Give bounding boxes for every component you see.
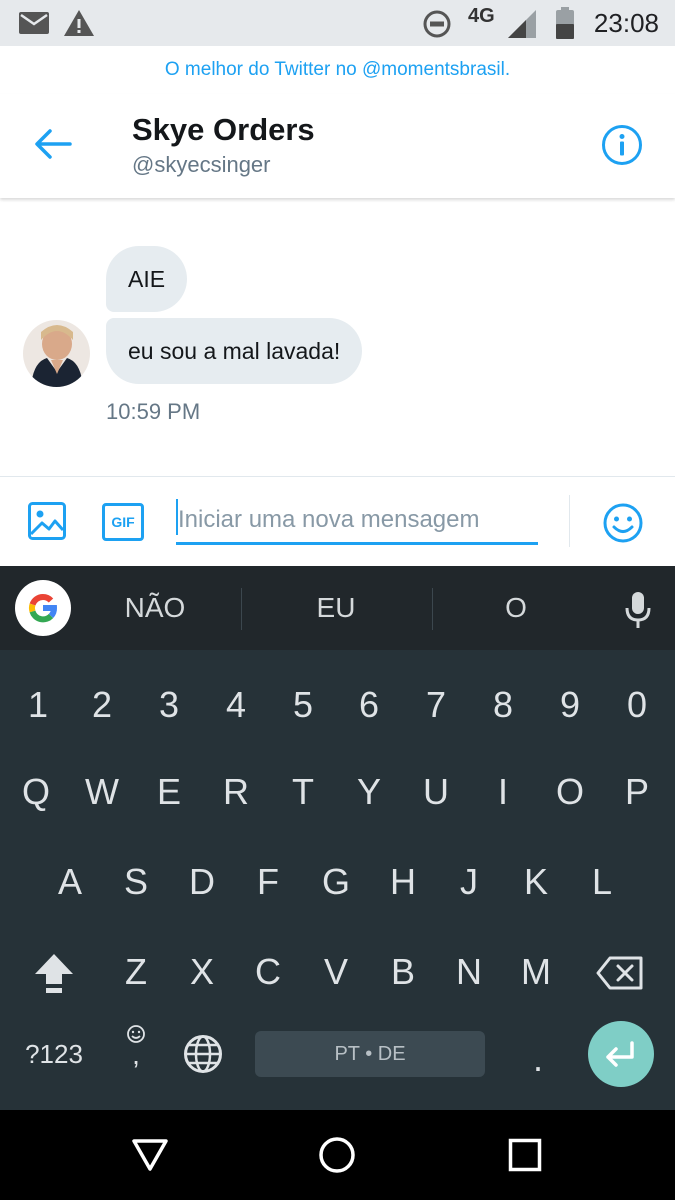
enter-icon <box>606 1041 634 1067</box>
key-r[interactable]: R <box>203 757 269 827</box>
key-a[interactable]: A <box>37 847 103 917</box>
mail-icon <box>19 12 49 34</box>
globe-icon[interactable] <box>183 1034 223 1074</box>
enter-key[interactable] <box>588 1021 654 1087</box>
key-o[interactable]: O <box>537 757 603 827</box>
compose-divider <box>569 495 570 547</box>
suggestion-2[interactable]: EU <box>266 566 406 650</box>
do-not-disturb-icon <box>423 10 451 38</box>
key-n[interactable]: N <box>436 937 502 1007</box>
key-h[interactable]: H <box>370 847 436 917</box>
recents-nav-icon[interactable] <box>508 1138 542 1172</box>
key-c[interactable]: C <box>235 937 301 1007</box>
backspace-icon[interactable] <box>596 956 644 990</box>
key-8[interactable]: 8 <box>470 670 536 740</box>
compose-bar: GIF <box>0 476 675 567</box>
image-icon[interactable] <box>28 502 66 540</box>
avatar[interactable] <box>23 320 90 387</box>
message-timestamp: 10:59 PM <box>106 399 201 424</box>
key-u[interactable]: U <box>403 757 469 827</box>
key-l[interactable]: L <box>569 847 635 917</box>
key-q[interactable]: Q <box>3 757 69 827</box>
key-b[interactable]: B <box>370 937 436 1007</box>
key-6[interactable]: 6 <box>336 670 402 740</box>
suggestion-1[interactable]: NÃO <box>85 566 225 650</box>
key-i[interactable]: I <box>470 757 536 827</box>
suggestion-strip: NÃO EU O <box>0 566 675 650</box>
key-y[interactable]: Y <box>336 757 402 827</box>
message-input[interactable] <box>176 497 538 545</box>
back-arrow-icon[interactable] <box>34 128 72 160</box>
emoji-comma-key[interactable]: , <box>118 1024 154 1080</box>
suggestion-divider <box>241 588 242 630</box>
key-9[interactable]: 9 <box>537 670 603 740</box>
key-p[interactable]: P <box>604 757 670 827</box>
text-cursor <box>176 499 178 535</box>
key-2[interactable]: 2 <box>69 670 135 740</box>
google-logo-icon[interactable] <box>15 580 71 636</box>
home-nav-icon[interactable] <box>318 1136 356 1174</box>
contact-name[interactable]: Skye Orders <box>132 112 315 148</box>
conversation-header: Skye Orders @skyecsinger <box>0 94 675 198</box>
key-g[interactable]: G <box>303 847 369 917</box>
message-thread: AIE eu sou a mal lavada! 10:59 PM <box>0 198 675 476</box>
key-e[interactable]: E <box>136 757 202 827</box>
warning-icon <box>64 10 94 36</box>
key-3[interactable]: 3 <box>136 670 202 740</box>
key-5[interactable]: 5 <box>270 670 336 740</box>
soft-keyboard: NÃO EU O 1 2 3 4 5 6 7 8 9 0 Q W E R T Y… <box>0 566 675 1110</box>
key-4[interactable]: 4 <box>203 670 269 740</box>
message-bubble[interactable]: eu sou a mal lavada! <box>106 318 363 384</box>
network-type: 4G <box>468 5 495 27</box>
microphone-icon[interactable] <box>624 590 652 630</box>
key-s[interactable]: S <box>103 847 169 917</box>
comma-label: , <box>132 1039 140 1070</box>
key-j[interactable]: J <box>436 847 502 917</box>
status-bar: 4G 23:08 <box>0 0 675 46</box>
key-x[interactable]: X <box>169 937 235 1007</box>
key-v[interactable]: V <box>303 937 369 1007</box>
key-d[interactable]: D <box>169 847 235 917</box>
key-m[interactable]: M <box>503 937 569 1007</box>
shift-key-icon[interactable] <box>33 952 75 996</box>
navigation-bar <box>0 1110 675 1200</box>
clock: 23:08 <box>593 8 659 38</box>
key-t[interactable]: T <box>270 757 336 827</box>
contact-handle[interactable]: @skyecsinger <box>132 152 271 178</box>
back-nav-icon[interactable] <box>131 1138 169 1172</box>
symbols-key[interactable]: ?123 <box>14 1019 94 1089</box>
gif-label: GIF <box>111 514 135 530</box>
space-key[interactable]: PT • DE <box>255 1031 485 1077</box>
key-f[interactable]: F <box>235 847 301 917</box>
battery-icon <box>556 7 574 39</box>
info-icon[interactable] <box>601 124 643 166</box>
key-k[interactable]: K <box>503 847 569 917</box>
key-1[interactable]: 1 <box>5 670 71 740</box>
period-key[interactable]: . <box>505 1024 571 1094</box>
key-z[interactable]: Z <box>103 937 169 1007</box>
promo-banner[interactable]: O melhor do Twitter no @momentsbrasil. <box>0 46 675 94</box>
suggestion-divider <box>432 588 433 630</box>
key-7[interactable]: 7 <box>403 670 469 740</box>
signal-icon <box>508 10 536 38</box>
key-w[interactable]: W <box>69 757 135 827</box>
message-bubble[interactable]: AIE <box>106 246 188 312</box>
suggestion-3[interactable]: O <box>446 566 586 650</box>
emoji-icon[interactable] <box>603 503 643 543</box>
gif-icon[interactable]: GIF <box>102 503 144 541</box>
key-0[interactable]: 0 <box>604 670 670 740</box>
